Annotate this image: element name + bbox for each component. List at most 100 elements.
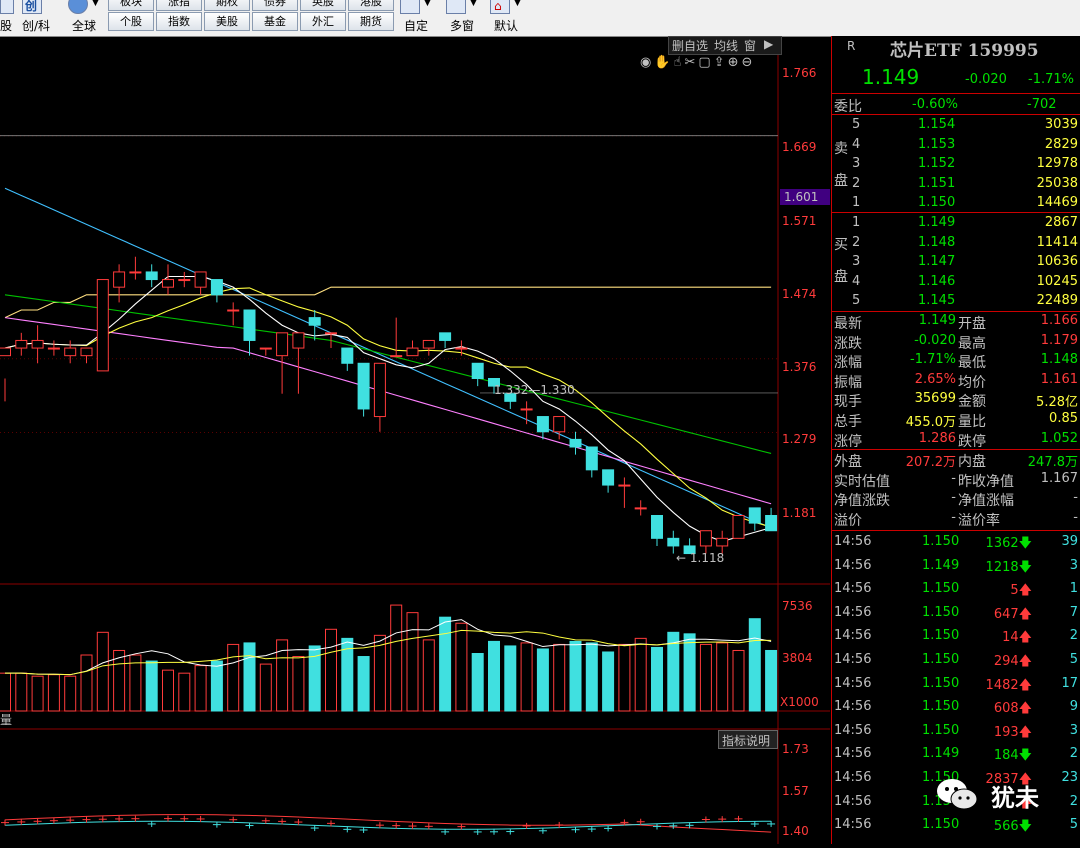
candle-body: [569, 438, 582, 448]
tick-time: 14:56: [834, 534, 872, 549]
bid-level: 4: [852, 273, 861, 289]
tab-fund[interactable]: 基金: [252, 12, 298, 31]
stat-value: 1.149: [918, 313, 956, 328]
tick-price: 1.149: [922, 557, 960, 573]
stat-label: 均价: [958, 374, 986, 391]
volume-bar: [569, 640, 582, 712]
tick-count: 17: [1061, 675, 1078, 691]
custom-dropdown-icon[interactable]: ▼: [424, 0, 431, 8]
ask-level: 3: [852, 156, 861, 172]
bid-volume: 11414: [1036, 234, 1078, 250]
tab-forex[interactable]: 外汇: [300, 12, 346, 31]
collapse-arrow-icon[interactable]: ▶: [764, 37, 773, 51]
multi-window-dropdown-icon[interactable]: ▼: [470, 0, 477, 8]
stat-value: 1.179: [1040, 332, 1078, 348]
tab-uk[interactable]: 英股: [300, 0, 346, 11]
order-ratio-label: 委比: [834, 99, 862, 115]
volume-bar: [145, 660, 158, 712]
tick-count: 39: [1061, 534, 1078, 549]
tab-index-rank[interactable]: 涨指: [156, 0, 202, 11]
candle-body: [765, 515, 778, 532]
multi-window-icon[interactable]: [446, 0, 466, 14]
candle-body: [64, 347, 77, 357]
tick-price: 1.150: [922, 722, 960, 738]
tab-sector[interactable]: 板块: [108, 0, 154, 11]
ask-price: 1.151: [918, 175, 956, 191]
tick-price: 1.150: [922, 675, 960, 691]
realtime-badge: R: [847, 39, 856, 53]
volume-bar: [585, 642, 598, 712]
ma20-line: [4, 317, 772, 505]
custom-icon[interactable]: [400, 0, 420, 14]
toolbar-global[interactable]: 全球: [72, 17, 96, 34]
tick-price: 1.150: [922, 652, 960, 667]
tick-volume: 1482🡅: [985, 677, 1032, 693]
stat-value: -0.020: [914, 332, 956, 348]
tick-time: 14:56: [834, 770, 872, 785]
bid-volume: 2867: [1044, 215, 1078, 230]
stock-icon[interactable]: [0, 0, 14, 14]
volume-bar: [748, 618, 761, 712]
ask-volume: 12978: [1036, 156, 1078, 172]
tick-time: 14:56: [834, 793, 872, 809]
window-button[interactable]: 窗: [744, 37, 756, 54]
candle-body: [602, 469, 615, 486]
tick-time: 14:56: [834, 699, 872, 715]
candle-body: [553, 416, 566, 433]
stat-label: 涨停: [834, 433, 862, 450]
buy-side-label: 盘: [834, 269, 848, 285]
default-dropdown-icon[interactable]: ▼: [514, 0, 521, 8]
ask-volume: 3039: [1044, 117, 1078, 132]
bid-level: 1: [852, 215, 861, 230]
tab-options[interactable]: 期权: [204, 0, 250, 11]
bid-level: 3: [852, 254, 861, 270]
indicator-help-button[interactable]: 指标说明: [722, 732, 770, 749]
candle-body: [422, 339, 435, 349]
eye-icon[interactable]: ◉: [640, 55, 654, 70]
candle-body: [357, 362, 370, 410]
stat-value: 0.85: [1049, 411, 1078, 426]
zoom-out-icon[interactable]: ⊖: [741, 55, 755, 70]
indicator-tick: 1.57: [782, 784, 809, 798]
tab-hk[interactable]: 港股: [348, 0, 394, 11]
hand-icon[interactable]: ✋: [654, 55, 673, 70]
delete-watchlist-button[interactable]: 删自选: [672, 37, 708, 54]
scissors-icon[interactable]: ✂: [684, 55, 698, 70]
stat-value: 247.8万: [1027, 455, 1078, 470]
home-icon[interactable]: ⌂: [490, 0, 510, 14]
globe-icon[interactable]: [68, 0, 88, 14]
toolbar-default[interactable]: 默认: [494, 17, 518, 34]
watermark: 犹未: [935, 772, 1055, 816]
tab-futures[interactable]: 期货: [348, 12, 394, 31]
toolbar: 股 创 创/科 ▼ 全球 板块 涨指 期权 债券 英股 港股 个股 指数 美股 …: [0, 0, 1080, 37]
candle-body: [390, 355, 403, 358]
lock-icon[interactable]: ▢: [698, 55, 713, 70]
toolbar-sci-tech[interactable]: 创/科: [22, 17, 50, 34]
bid-price: 1.146: [918, 273, 956, 289]
toolbar-custom[interactable]: 自定: [404, 17, 428, 34]
chart-area[interactable]: 删自选 均线 窗 ▶ ◉✋☝✂▢⇪⊕⊖ 1.766 1.669 1.601 1.…: [0, 36, 830, 844]
volume-bar: [520, 642, 533, 712]
upload-icon[interactable]: ⇪: [714, 55, 728, 70]
stat-value: -: [1073, 490, 1078, 506]
candle-body: [259, 347, 272, 350]
kline-chart[interactable]: [0, 36, 830, 844]
ma-toggle-button[interactable]: 均线: [714, 37, 738, 54]
tab-us-stock[interactable]: 美股: [204, 12, 250, 31]
volume-bar: [243, 642, 256, 712]
toolbar-multi-window[interactable]: 多窗: [450, 17, 474, 34]
candle-body: [732, 515, 745, 539]
volume-bar: [96, 631, 109, 712]
bid-volume: 22489: [1036, 293, 1078, 309]
globe-dropdown-icon[interactable]: ▼: [92, 0, 99, 8]
zoom-in-icon[interactable]: ⊕: [728, 55, 742, 70]
tab-bonds[interactable]: 债券: [252, 0, 298, 11]
tab-index[interactable]: 指数: [156, 12, 202, 31]
sci-tech-icon[interactable]: 创: [22, 0, 42, 14]
tick-volume: 608🡅: [993, 701, 1032, 717]
toolbar-stock[interactable]: 股: [0, 17, 12, 34]
price-tick: 1.181: [782, 506, 817, 520]
tab-individual-stock[interactable]: 个股: [108, 12, 154, 31]
pointer-icon[interactable]: ☝: [674, 55, 685, 70]
volume-unit: X1000: [780, 695, 819, 709]
